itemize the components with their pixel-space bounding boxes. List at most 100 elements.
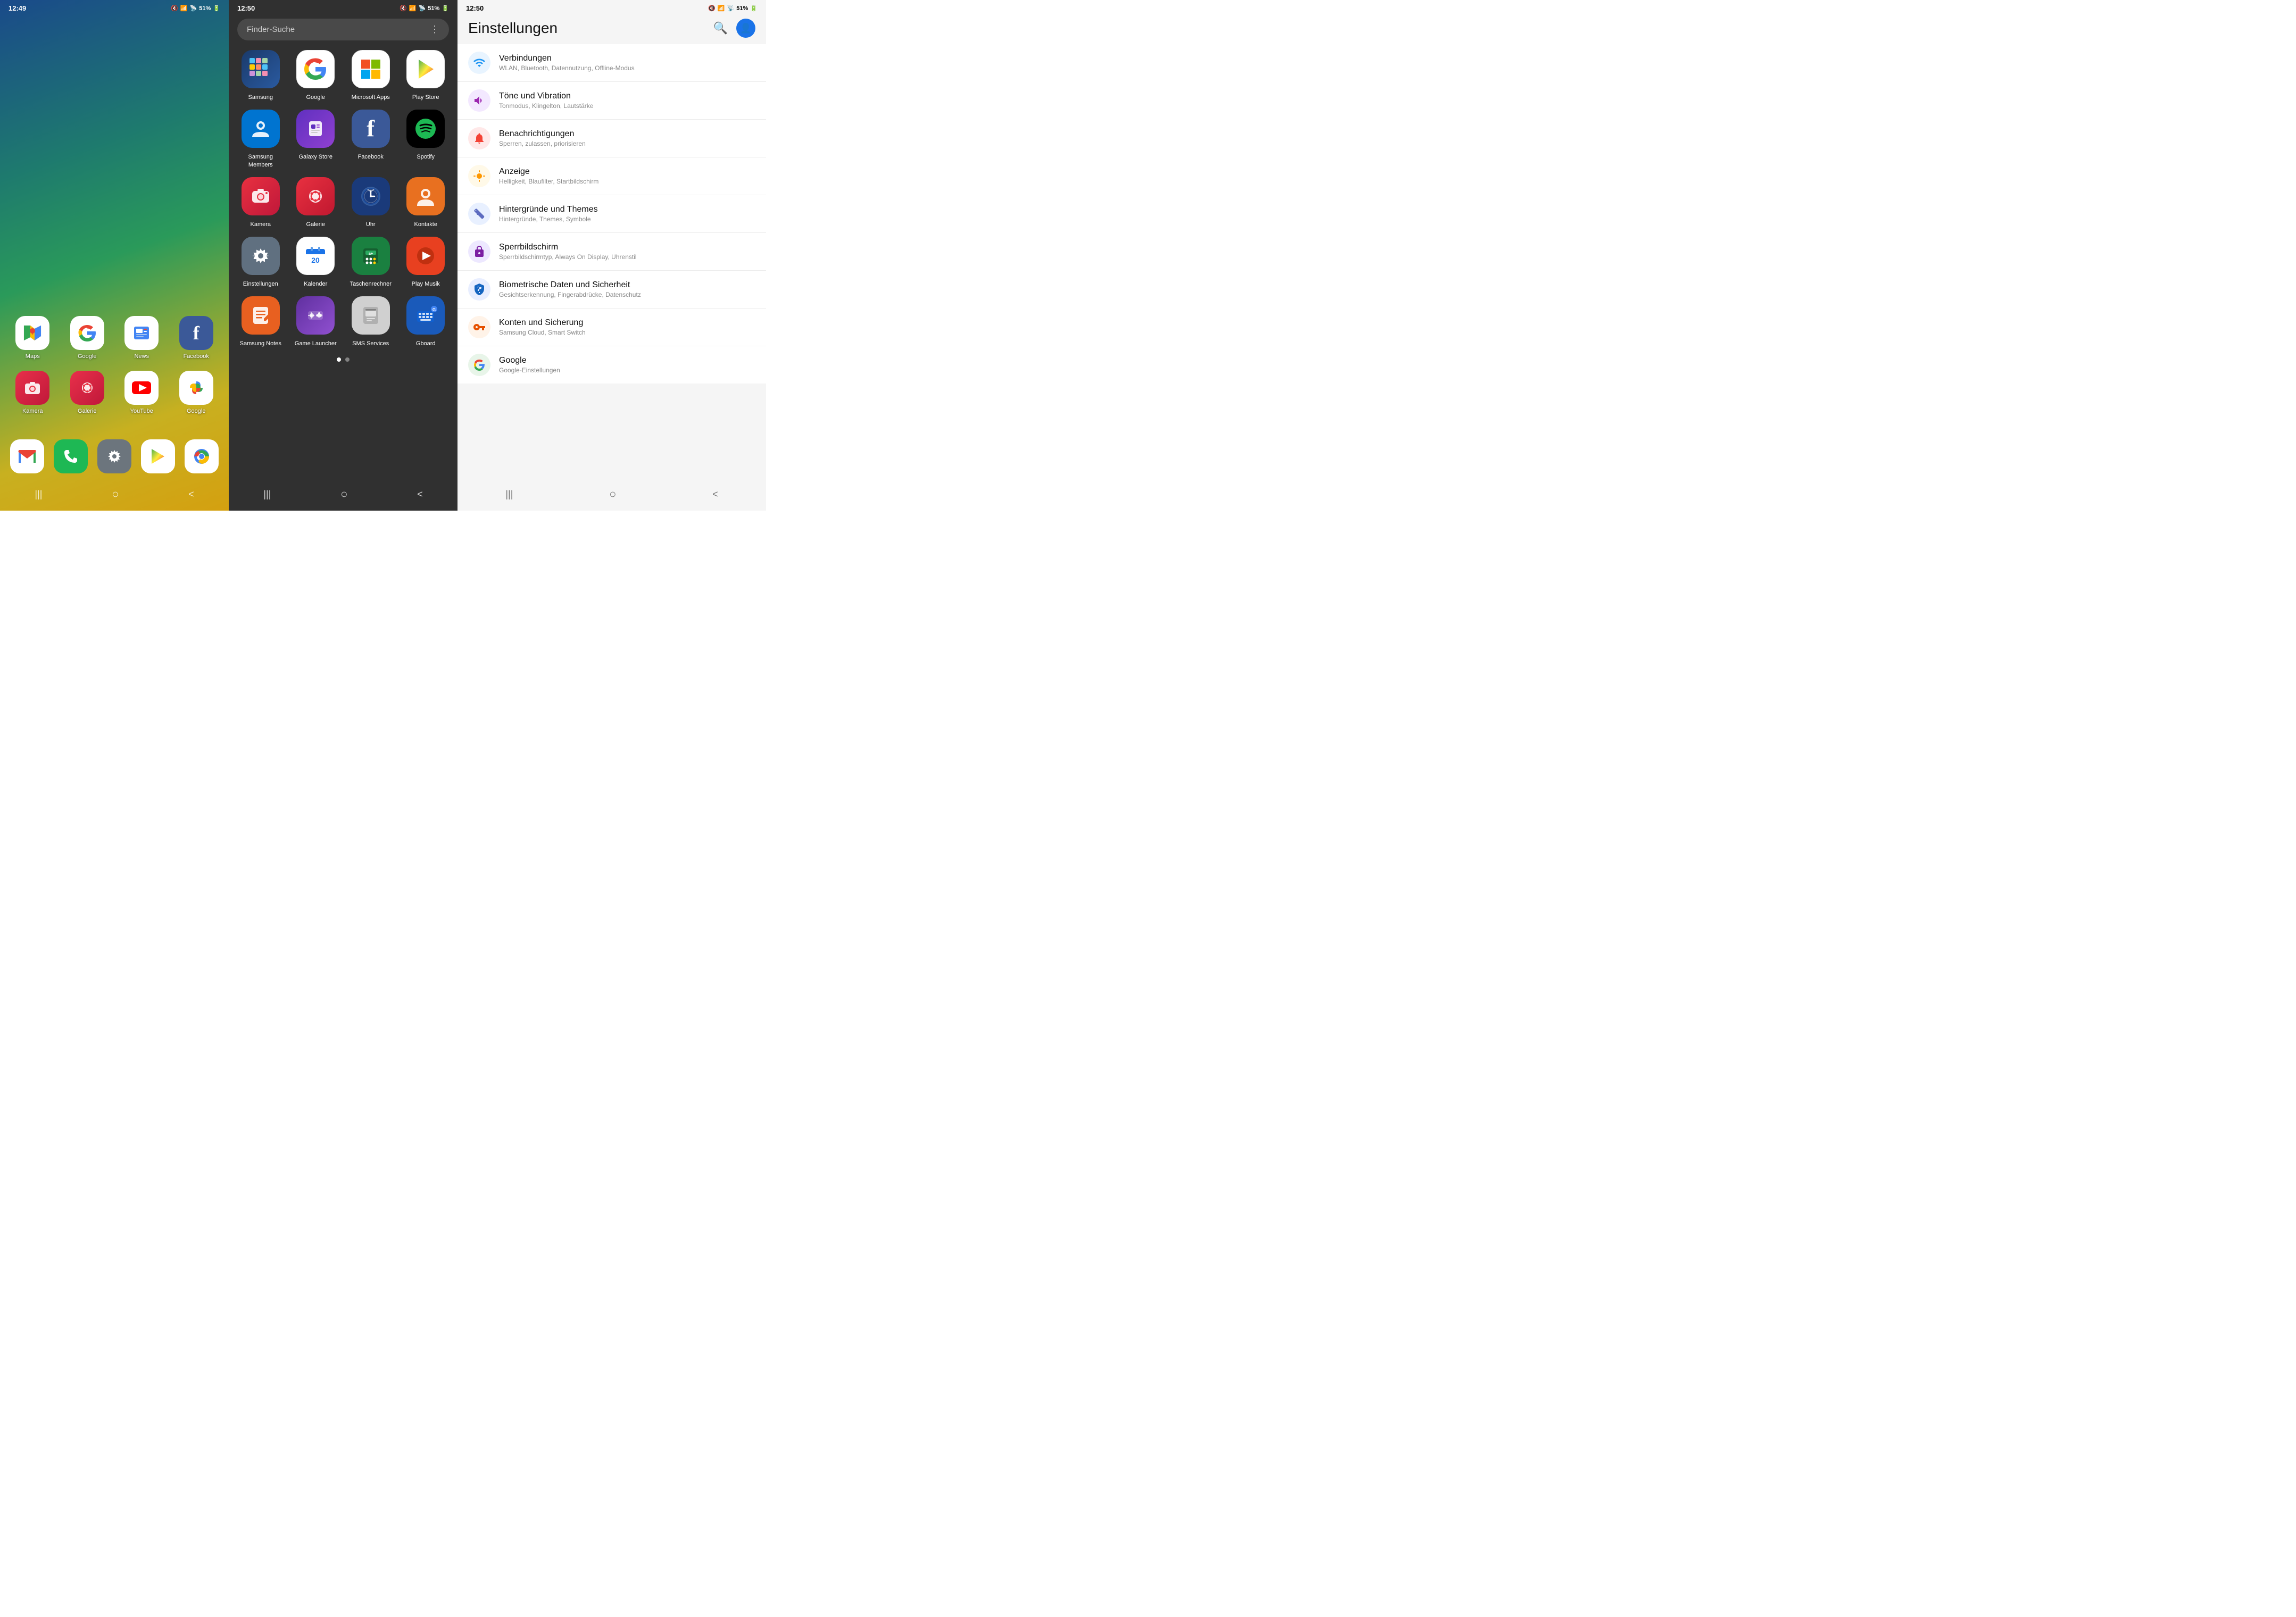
maps-label: Maps <box>26 353 40 360</box>
google-settings-title: Google <box>499 356 755 365</box>
home-app-google-photos[interactable]: Google <box>174 371 219 415</box>
kamera-home-label: Kamera <box>22 408 43 415</box>
home-app-google[interactable]: Google <box>65 316 110 360</box>
google-photos-icon[interactable] <box>179 371 213 405</box>
settings-item-anzeige[interactable]: Anzeige Helligkeit, Blaufilter, Startbil… <box>457 157 766 195</box>
drawer-signal-icon: 📡 <box>419 5 426 12</box>
home-screen: 12:49 🔇 📶 📡 51% 🔋 Maps <box>0 0 229 511</box>
drawer-app-notes[interactable]: Samsung Notes <box>237 296 284 347</box>
drawer-app-spotify[interactable]: Spotify <box>403 110 450 169</box>
gboard-drawer-icon[interactable]: G <box>406 296 445 335</box>
game-drawer-icon[interactable] <box>296 296 335 335</box>
drawer-app-facebook[interactable]: f Facebook <box>347 110 394 169</box>
microsoft-drawer-icon[interactable] <box>352 50 390 88</box>
sms-drawer-label: SMS Services <box>352 340 389 347</box>
drawer-app-members[interactable]: Samsung Members <box>237 110 284 169</box>
facebook-drawer-icon[interactable]: f <box>352 110 390 148</box>
drawer-app-samsung[interactable]: Samsung <box>237 50 284 101</box>
home-app-youtube[interactable]: YouTube <box>120 371 164 415</box>
samsung-drawer-icon[interactable] <box>242 50 280 88</box>
settings-item-benachrichtigungen[interactable]: Benachrichtigungen Sperren, zulassen, pr… <box>457 120 766 157</box>
drawer-app-taschenrechner[interactable]: ±÷ Taschenrechner <box>347 237 394 288</box>
home-app-galerie[interactable]: Galerie <box>65 371 110 415</box>
uhr-drawer-icon[interactable] <box>352 177 390 215</box>
settings-item-toene[interactable]: Töne und Vibration Tonmodus, Klingelton,… <box>457 82 766 120</box>
galaxystore-drawer-icon[interactable] <box>296 110 335 148</box>
drawer-back-btn[interactable]: < <box>417 489 423 500</box>
kamera-icon[interactable] <box>15 371 49 405</box>
spotify-drawer-icon[interactable] <box>406 110 445 148</box>
home-app-news[interactable]: News <box>120 316 164 360</box>
google-icon[interactable] <box>70 316 104 350</box>
drawer-app-kamera[interactable]: Kamera <box>237 177 284 228</box>
settings-item-google[interactable]: Google Google-Einstellungen <box>457 346 766 384</box>
settings-back-btn[interactable]: < <box>712 489 718 500</box>
settings-item-sperrbildschirm[interactable]: Sperrbildschirm Sperrbildschirmtyp, Alwa… <box>457 233 766 271</box>
dock-gmail[interactable] <box>10 439 44 473</box>
members-drawer-icon[interactable] <box>242 110 280 148</box>
dock-playstore[interactable] <box>141 439 175 473</box>
drawer-app-einstellungen[interactable]: Einstellungen <box>237 237 284 288</box>
settings-menu-btn[interactable]: ||| <box>505 489 513 500</box>
drawer-app-kalender[interactable]: 20 Kalender <box>293 237 339 288</box>
settings-item-konten[interactable]: Konten und Sicherung Samsung Cloud, Smar… <box>457 309 766 346</box>
verbindungen-subtitle: WLAN, Bluetooth, Datennutzung, Offline-M… <box>499 64 755 72</box>
verbindungen-text: Verbindungen WLAN, Bluetooth, Datennutzu… <box>499 54 755 72</box>
konten-icon <box>468 316 490 338</box>
settings-item-hintergruende[interactable]: Hintergründe und Themes Hintergründe, Th… <box>457 195 766 233</box>
taschenrechner-drawer-icon[interactable]: ±÷ <box>352 237 390 275</box>
dock-phone[interactable] <box>54 439 88 473</box>
home-app-kamera[interactable]: Kamera <box>11 371 55 415</box>
home-home-btn[interactable]: ○ <box>112 487 119 501</box>
notes-drawer-icon[interactable] <box>242 296 280 335</box>
drawer-app-gboard[interactable]: G Gboard <box>403 296 450 347</box>
home-app-facebook[interactable]: f Facebook <box>174 316 219 360</box>
home-app-maps[interactable]: Maps <box>11 316 55 360</box>
drawer-app-game[interactable]: Game Launcher <box>293 296 339 347</box>
kamera-drawer-label: Kamera <box>250 221 271 228</box>
settings-avatar[interactable]: 👤 <box>736 19 755 38</box>
dock-chrome[interactable] <box>185 439 219 473</box>
settings-item-biometrie[interactable]: Biometrische Daten und Sicherheit Gesich… <box>457 271 766 309</box>
gmail-icon[interactable] <box>10 439 44 473</box>
biometrie-subtitle: Gesichtserkennung, Fingerabdrücke, Daten… <box>499 291 755 298</box>
news-label: News <box>134 353 149 360</box>
kamera-drawer-icon[interactable] <box>242 177 280 215</box>
drawer-app-galaxystore[interactable]: Galaxy Store <box>293 110 339 169</box>
youtube-icon[interactable] <box>124 371 159 405</box>
dock-settings[interactable] <box>97 439 131 473</box>
home-back-btn[interactable]: < <box>188 489 194 500</box>
kontakte-drawer-icon[interactable] <box>406 177 445 215</box>
maps-icon[interactable] <box>15 316 49 350</box>
settings-search-icon[interactable]: 🔍 <box>713 21 728 35</box>
galerie-home-icon[interactable] <box>70 371 104 405</box>
drawer-home-btn[interactable]: ○ <box>340 487 347 501</box>
drawer-more-icon[interactable]: ⋮ <box>430 24 439 35</box>
galerie-drawer-icon[interactable] <box>296 177 335 215</box>
drawer-menu-btn[interactable]: ||| <box>263 489 271 500</box>
drawer-app-galerie[interactable]: Galerie <box>293 177 339 228</box>
settings-item-verbindungen[interactable]: Verbindungen WLAN, Bluetooth, Datennutzu… <box>457 44 766 82</box>
drawer-app-playstore[interactable]: Play Store <box>403 50 450 101</box>
home-menu-btn[interactable]: ||| <box>35 489 42 500</box>
einstellungen-drawer-icon[interactable] <box>242 237 280 275</box>
drawer-app-musik[interactable]: Play Musik <box>403 237 450 288</box>
settings-home-icon[interactable] <box>97 439 131 473</box>
facebook-home-icon[interactable]: f <box>179 316 213 350</box>
settings-home-btn[interactable]: ○ <box>609 487 616 501</box>
drawer-app-kontakte[interactable]: Kontakte <box>403 177 450 228</box>
drawer-search-bar[interactable]: Finder-Suche ⋮ <box>237 19 449 40</box>
google-drawer-icon[interactable] <box>296 50 335 88</box>
musik-drawer-icon[interactable] <box>406 237 445 275</box>
drawer-app-sms[interactable]: SMS Services <box>347 296 394 347</box>
drawer-app-uhr[interactable]: Uhr <box>347 177 394 228</box>
chrome-icon[interactable] <box>185 439 219 473</box>
news-icon[interactable] <box>124 316 159 350</box>
phone-icon[interactable] <box>54 439 88 473</box>
drawer-app-google[interactable]: Google <box>293 50 339 101</box>
kalender-drawer-icon[interactable]: 20 <box>296 237 335 275</box>
drawer-app-microsoft[interactable]: Microsoft Apps <box>347 50 394 101</box>
playstore-home-icon[interactable] <box>141 439 175 473</box>
playstore-drawer-icon[interactable] <box>406 50 445 88</box>
sms-drawer-icon[interactable] <box>352 296 390 335</box>
